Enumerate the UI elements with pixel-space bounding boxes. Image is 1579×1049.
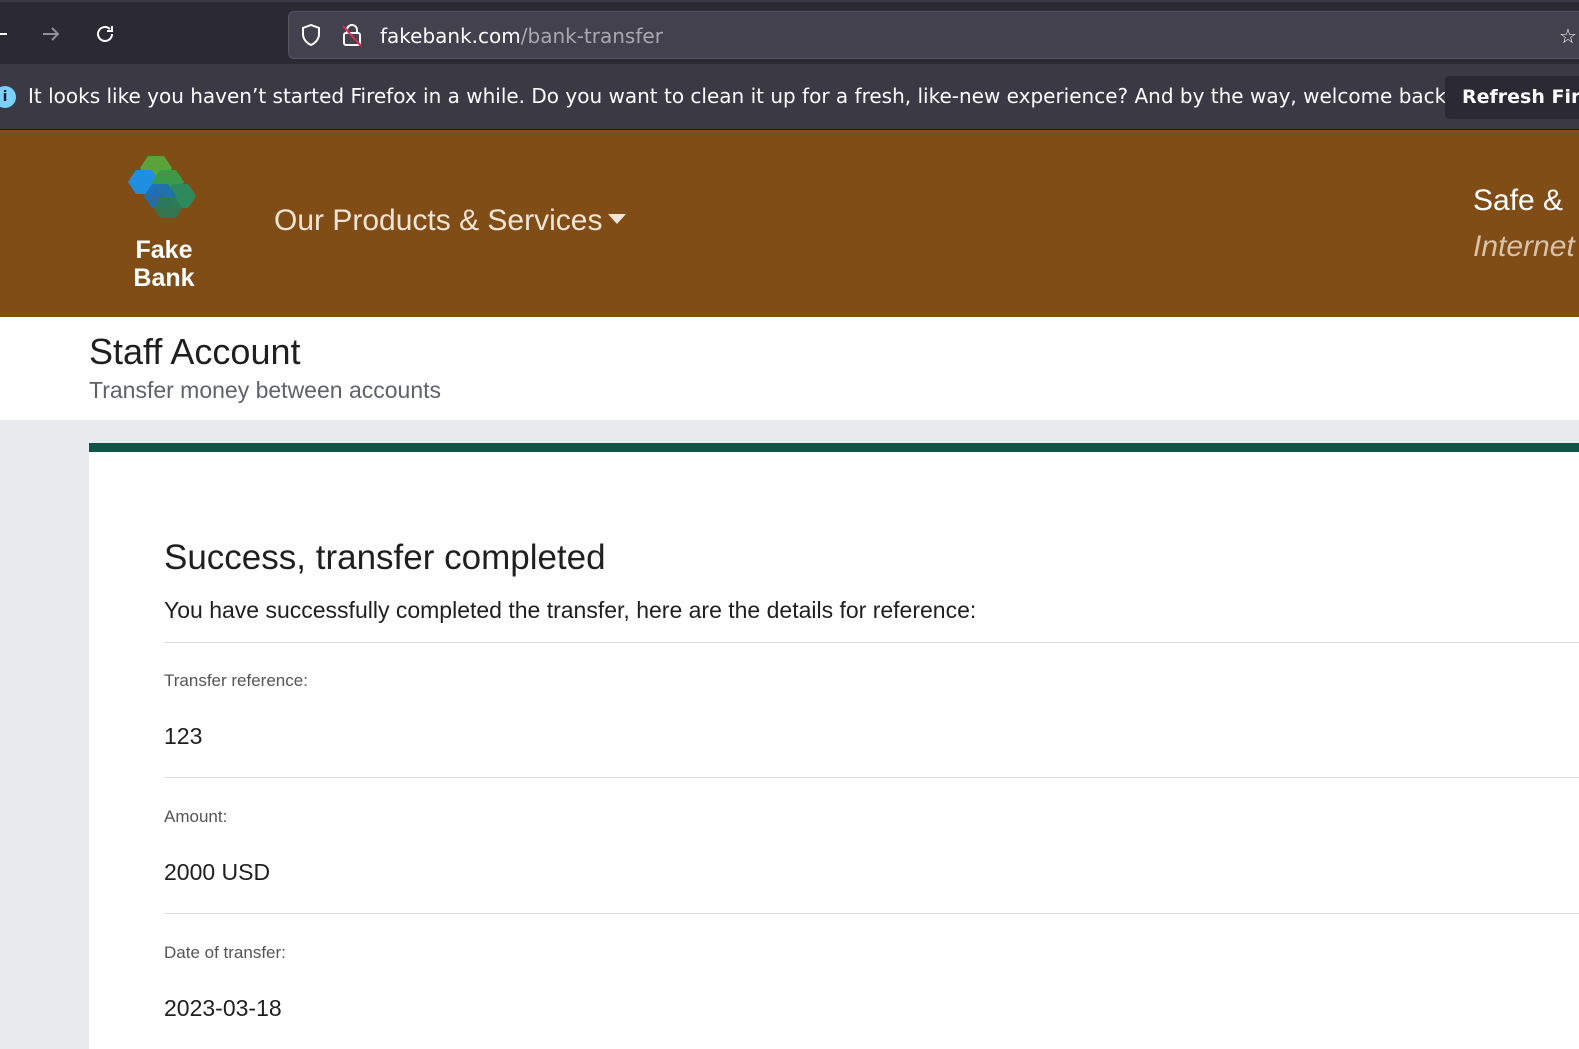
site-header: Fake Bank Our Products & Services Safe &… [0, 130, 1579, 317]
brand-line-1: Fake [135, 236, 193, 264]
browser-toolbar: fakebank.com/bank-transfer ☆ [0, 0, 1579, 64]
page-title: Staff Account [89, 331, 301, 372]
header-tagline: Safe & [1473, 184, 1564, 217]
url-bar[interactable]: fakebank.com/bank-transfer ☆ [288, 11, 1579, 59]
caret-down-icon [608, 214, 627, 225]
url-host: fakebank.com [380, 24, 521, 48]
reload-icon[interactable] [88, 16, 122, 52]
url-text[interactable]: fakebank.com/bank-transfer [380, 24, 663, 48]
fake-bank-logo[interactable]: Fake Bank [110, 154, 220, 294]
shield-icon[interactable] [300, 23, 322, 52]
bank-logo-icon [128, 156, 196, 218]
amount-value: 2000 USD [164, 859, 271, 885]
divider [164, 642, 1579, 643]
brand-name: Fake Bank [110, 236, 218, 292]
divider [164, 913, 1579, 914]
products-services-label: Our Products & Services [274, 204, 603, 237]
insecure-lock-icon[interactable] [341, 23, 363, 52]
url-path: /bank-transfer [520, 24, 663, 48]
success-description: You have successfully completed the tran… [164, 597, 977, 623]
bookmark-star-icon[interactable]: ☆ [1559, 24, 1577, 49]
transfer-reference-value: 123 [164, 723, 203, 749]
back-arrow-icon[interactable] [0, 16, 16, 52]
transfer-date-label: Date of transfer: [164, 943, 286, 962]
page-subtitle: Transfer money between accounts [89, 377, 441, 403]
transfer-result-card: Success, transfer completed You have suc… [89, 443, 1579, 1049]
divider [164, 777, 1579, 778]
amount-label: Amount: [164, 807, 228, 826]
brand-line-2: Bank [133, 264, 195, 292]
info-icon: i [0, 86, 16, 108]
success-heading: Success, transfer completed [164, 538, 606, 577]
products-services-dropdown[interactable]: Our Products & Services [274, 204, 627, 238]
notification-message: It looks like you haven’t started Firefo… [28, 84, 1455, 108]
refresh-notification-bar: i It looks like you haven’t started Fire… [0, 64, 1579, 130]
forward-arrow-icon[interactable] [34, 16, 68, 52]
transfer-date-value: 2023-03-18 [164, 995, 282, 1021]
header-tagline-subtitle: Internet [1473, 230, 1575, 263]
page-heading-section: Staff Account Transfer money between acc… [0, 317, 1579, 420]
refresh-firefox-button[interactable]: Refresh Firefox [1445, 76, 1579, 119]
transfer-reference-label: Transfer reference: [164, 671, 308, 690]
